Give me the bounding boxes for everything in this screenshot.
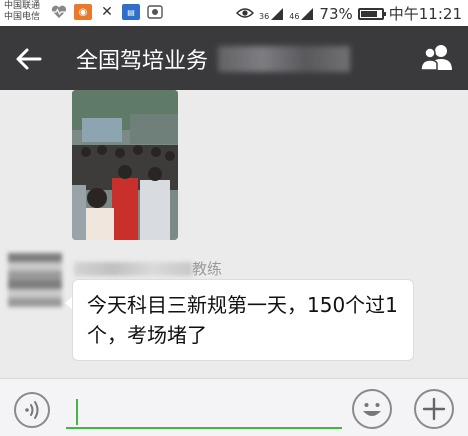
heart-pulse-icon (50, 4, 68, 20)
battery-icon (357, 7, 386, 20)
carrier-info: 中国联通 中国电信 (4, 1, 40, 23)
sender-name: 教练 (192, 260, 223, 278)
clock: 中午11:21 (388, 5, 462, 23)
eye-icon (235, 5, 255, 23)
battery-fill (360, 10, 377, 17)
sender-name-redacted (74, 262, 192, 276)
crowd-photo (72, 90, 178, 240)
sender-avatar[interactable] (8, 253, 62, 307)
emoji-button[interactable] (352, 389, 392, 429)
battery-percent: 73% (319, 4, 353, 23)
title-redacted (218, 46, 350, 72)
plus-button[interactable] (414, 389, 454, 429)
voice-button[interactable] (14, 392, 50, 428)
carrier-1: 中国联通 (4, 1, 41, 11)
voice-icon (25, 401, 39, 419)
input-bar (0, 378, 468, 436)
message-input[interactable] (66, 393, 342, 429)
image-icon (146, 4, 164, 20)
system-icons: 36 46 73% 中午11:21 (235, 3, 462, 24)
status-bar: 中国联通 中国电信 ◉ ✕ ▤ 36 46 73% 中午11:21 (0, 0, 468, 26)
image-message[interactable] (72, 90, 178, 240)
signal-label-2: 46 (289, 11, 300, 21)
emoji-icon (363, 403, 381, 416)
carrier-2: 中国电信 (4, 12, 41, 22)
message-text: 今天科目三新规第一天，150个过1个，考场堵了 (87, 293, 398, 347)
title-bar: 全国驾培业务 (0, 26, 468, 90)
text-cursor (76, 399, 78, 425)
app-icon: ▤ (122, 4, 140, 20)
group-members-icon[interactable] (420, 42, 454, 72)
back-arrow-icon[interactable] (14, 44, 44, 74)
signal-label-1: 36 (259, 11, 270, 21)
plus-icon (422, 397, 446, 421)
message-bubble[interactable]: 今天科目三新规第一天，150个过1个，考场堵了 (72, 279, 414, 361)
signal-icon: 36 (259, 7, 284, 21)
app-icon: ◉ (74, 4, 92, 20)
signal-icon: 46 (289, 7, 314, 21)
app-icon: ✕ (101, 4, 113, 20)
chat-title: 全国驾培业务 (76, 49, 209, 74)
notification-icons: ◉ ✕ ▤ (50, 4, 164, 20)
